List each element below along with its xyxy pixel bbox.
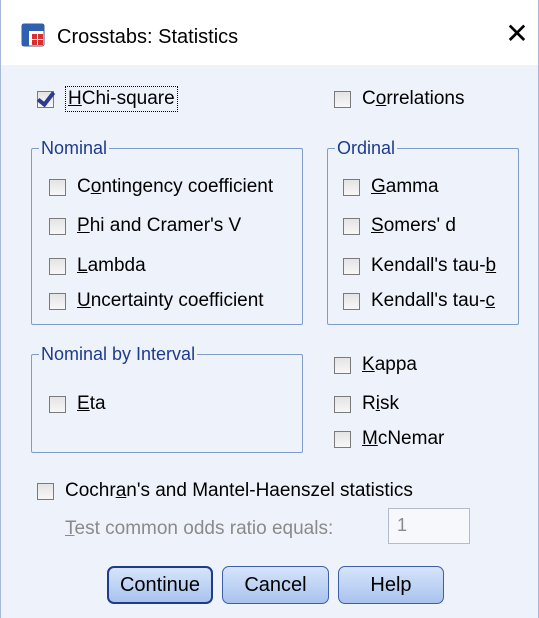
phi-cramers-v-checkbox[interactable] — [49, 217, 66, 235]
somers-d-checkbox[interactable] — [343, 217, 360, 235]
correlations-label: Correlations — [362, 88, 465, 109]
eta-row[interactable]: Eta — [49, 392, 106, 416]
common-odds-ratio-input[interactable]: 1 — [388, 508, 470, 544]
test-common-odds-ratio-label: Test common odds ratio equals: — [65, 518, 334, 539]
chi-square-label: HChi-square — [65, 86, 178, 112]
gamma-row[interactable]: Gamma — [343, 175, 439, 199]
eta-checkbox[interactable] — [49, 395, 66, 413]
risk-row[interactable]: Risk — [334, 392, 399, 416]
uncertainty-coefficient-label: Uncertainty coefficient — [77, 290, 264, 311]
dialog-body: HChi-square Correlations Nominal Conting… — [1, 65, 538, 618]
uncertainty-coefficient-row[interactable]: Uncertainty coefficient — [49, 289, 264, 313]
cochran-mantel-haenszel-label: Cochran's and Mantel-Haenszel statistics — [65, 480, 413, 501]
eta-label: Eta — [77, 393, 106, 414]
lambda-row[interactable]: Lambda — [49, 254, 146, 278]
crosstabs-statistics-dialog: Crosstabs: Statistics ✕ HChi-square Corr… — [0, 0, 539, 618]
chi-square-checkbox[interactable] — [37, 90, 54, 108]
window-title: Crosstabs: Statistics — [57, 26, 239, 48]
contingency-coefficient-row[interactable]: Contingency coefficient — [49, 175, 273, 199]
mcnemar-label: McNemar — [362, 428, 445, 449]
correlations-checkbox-row[interactable]: Correlations — [334, 87, 464, 111]
continue-button[interactable]: Continue — [107, 566, 213, 604]
kappa-checkbox[interactable] — [334, 356, 351, 374]
kappa-row[interactable]: Kappa — [334, 353, 417, 377]
risk-label: Risk — [362, 393, 399, 414]
kendalls-tau-b-checkbox[interactable] — [343, 257, 360, 275]
cancel-button[interactable]: Cancel — [222, 566, 329, 604]
title-bar: Crosstabs: Statistics ✕ — [1, 0, 538, 65]
cochran-mantel-haenszel-checkbox[interactable] — [37, 482, 54, 500]
phi-cramers-v-row[interactable]: Phi and Cramer's V — [49, 214, 241, 238]
phi-cramers-v-label: Phi and Cramer's V — [77, 215, 242, 236]
risk-checkbox[interactable] — [334, 395, 351, 413]
gamma-checkbox[interactable] — [343, 178, 360, 196]
lambda-label: Lambda — [77, 255, 146, 276]
kendalls-tau-c-label: Kendall's tau-c — [371, 290, 496, 311]
close-icon[interactable]: ✕ — [497, 14, 537, 54]
kappa-label: Kappa — [362, 354, 417, 375]
chi-square-checkbox-row[interactable]: HChi-square — [37, 86, 178, 112]
gamma-label: Gamma — [371, 176, 439, 197]
nominal-by-interval-group-legend: Nominal by Interval — [39, 342, 198, 366]
kendalls-tau-b-row[interactable]: Kendall's tau-b — [343, 254, 496, 278]
lambda-checkbox[interactable] — [49, 257, 66, 275]
correlations-checkbox[interactable] — [334, 90, 351, 108]
contingency-coefficient-label: Contingency coefficient — [77, 176, 274, 197]
mcnemar-checkbox[interactable] — [334, 430, 351, 448]
uncertainty-coefficient-checkbox[interactable] — [49, 292, 66, 310]
nominal-group-legend: Nominal — [39, 136, 110, 160]
kendalls-tau-b-label: Kendall's tau-b — [371, 255, 497, 276]
contingency-coefficient-checkbox[interactable] — [49, 178, 66, 196]
cochran-mantel-haenszel-row[interactable]: Cochran's and Mantel-Haenszel statistics — [37, 479, 413, 503]
crosstabs-app-icon — [21, 23, 45, 47]
somers-d-label: Somers' d — [371, 215, 456, 236]
kendalls-tau-c-checkbox[interactable] — [343, 292, 360, 310]
somers-d-row[interactable]: Somers' d — [343, 214, 456, 238]
kendalls-tau-c-row[interactable]: Kendall's tau-c — [343, 289, 495, 313]
ordinal-group-legend: Ordinal — [335, 136, 398, 160]
help-button[interactable]: Help — [338, 566, 444, 604]
mcnemar-row[interactable]: McNemar — [334, 427, 444, 451]
